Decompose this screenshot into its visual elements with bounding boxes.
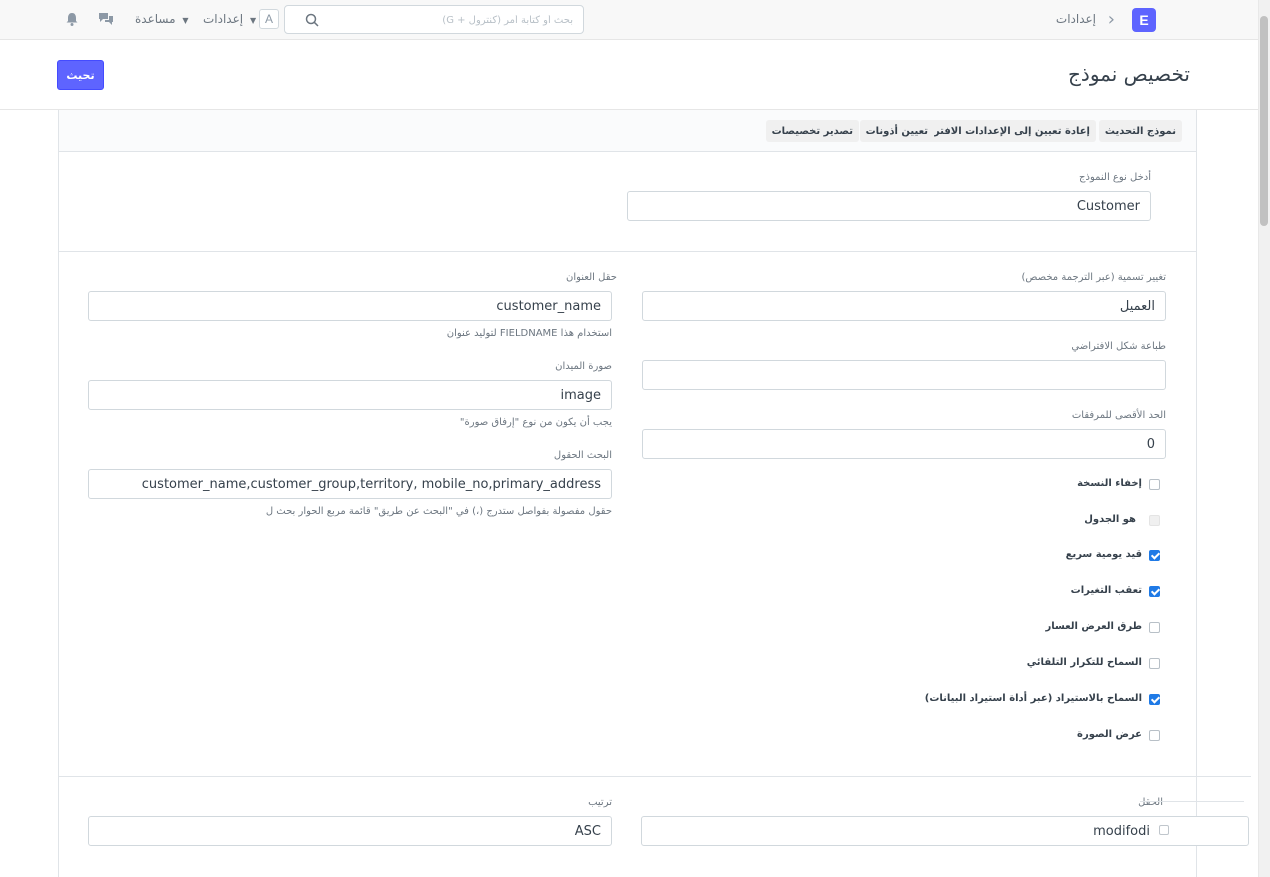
sort-order-label: ترتيب xyxy=(588,797,612,808)
bell-icon[interactable] xyxy=(64,11,80,27)
image-field-help: يجب أن يكون من نوع "إرفاق صورة" xyxy=(459,417,612,428)
title-field-label: حقل العنوان xyxy=(566,272,617,283)
scrollbar-thumb[interactable] xyxy=(1260,16,1268,226)
checkbox[interactable] xyxy=(1149,658,1160,669)
avatar[interactable]: A xyxy=(259,9,279,29)
export-customizations-button[interactable]: تصدير تخصيصات xyxy=(765,120,859,142)
app-logo[interactable]: E xyxy=(1132,8,1156,32)
checkbox[interactable] xyxy=(1149,550,1160,561)
settings-dropdown[interactable]: ▼ إعدادات xyxy=(203,12,256,26)
refresh-form-button[interactable]: نموذج التحديث xyxy=(1098,120,1182,142)
checkbox xyxy=(1149,515,1160,526)
doctype-label: أدخل نوع النموذج xyxy=(1079,172,1151,183)
default-print-format-label: طباعة شكل الافتراضي xyxy=(1071,341,1166,352)
sort-order-input[interactable] xyxy=(88,816,612,846)
checkbox[interactable] xyxy=(1159,825,1169,835)
caret-down-icon: ▼ xyxy=(182,16,189,25)
title-field-input[interactable] xyxy=(88,291,612,321)
checkbox-label: السماح للتكرار التلقائي xyxy=(1026,657,1142,668)
checkbox-label: تعقب التغيرات xyxy=(1070,585,1142,596)
image-field-input[interactable] xyxy=(88,380,612,410)
checkbox-label: السماح بالاستيراد (عبر أداة استيراد البي… xyxy=(924,693,1142,704)
checkbox[interactable] xyxy=(1149,730,1160,741)
image-field-label: صورة الميدان xyxy=(555,361,612,372)
search-input[interactable] xyxy=(335,10,575,30)
set-permissions-button[interactable]: تعيين أذونات xyxy=(859,120,934,142)
checkbox-label: طرق العرض العسار xyxy=(1045,621,1142,632)
title-field-help: استخدام هذا FIELDNAME لتوليد عنوان xyxy=(446,328,612,339)
max-attachments-field[interactable] xyxy=(642,429,1166,459)
sort-field-input[interactable] xyxy=(641,816,1249,846)
checkbox[interactable] xyxy=(1149,586,1160,597)
chat-icon[interactable] xyxy=(98,11,114,27)
sort-field-label: الحقل xyxy=(1138,797,1163,808)
caret-down-icon: ▼ xyxy=(249,16,257,25)
divider xyxy=(59,251,1196,252)
help-dropdown[interactable]: ▼ مساعدة xyxy=(135,12,189,26)
checkbox-label: عرض الصورة xyxy=(1077,729,1142,740)
search-fields-help: حقول مفصولة بفواصل ستدرج (،) في "البحث ع… xyxy=(265,506,612,517)
default-print-format-field[interactable] xyxy=(642,360,1166,390)
divider xyxy=(1140,801,1244,802)
search-fields-label: البحث الحقول xyxy=(553,450,612,461)
max-attachments-label: الحد الأقصى للمرفقات xyxy=(1071,410,1166,421)
checkbox-label: قيد يومية سريع xyxy=(1065,549,1142,560)
rename-field[interactable] xyxy=(642,291,1166,321)
page-title: تخصيص نموذج xyxy=(1068,62,1190,86)
checkbox-label: هو الجدول xyxy=(1084,514,1136,525)
checkbox[interactable] xyxy=(1149,622,1160,633)
settings-menu-label: إعدادات xyxy=(203,12,244,26)
search-icon[interactable] xyxy=(305,13,319,27)
top-navbar: E ‹ إعدادات A ▼ إعدادات ▼ مساعدة xyxy=(0,0,1258,40)
form-panel: نموذج التحديث إعادة تعيين إلى الإعدادات … xyxy=(58,110,1251,877)
checkbox[interactable] xyxy=(1149,694,1160,705)
divider xyxy=(59,776,1251,777)
doctype-field[interactable] xyxy=(627,191,1151,221)
toolbar: نموذج التحديث إعادة تعيين إلى الإعدادات … xyxy=(59,110,1196,152)
chevron-left-icon: ‹ xyxy=(1107,9,1115,30)
search-fields-input[interactable] xyxy=(88,469,612,499)
rename-label: تغيير تسمية (عبر الترجمة مخصص) xyxy=(1021,272,1166,283)
breadcrumb[interactable]: إعدادات xyxy=(1056,12,1096,26)
page-scrollbar[interactable] xyxy=(1258,0,1270,877)
checkbox[interactable] xyxy=(1149,479,1160,490)
update-button[interactable]: تحيث xyxy=(57,60,104,90)
checkbox-label: إخفاء النسخة xyxy=(1077,478,1142,489)
help-menu-label: مساعدة xyxy=(135,12,176,26)
search-box xyxy=(284,5,584,34)
